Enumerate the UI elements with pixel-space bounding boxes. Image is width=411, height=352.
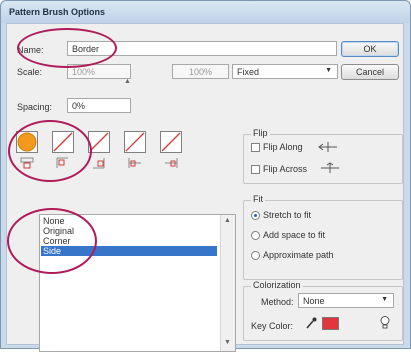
end-tile-position-icon [165,158,178,168]
colorization-group-title: Colorization [251,280,303,290]
method-label: Method: [261,297,294,307]
scale-label: Scale: [17,67,43,77]
tile-listbox[interactable]: None Original Corner Side ▲ ▼ [39,214,236,352]
outer-corner-position-icon [56,157,68,168]
no-tile-icon [160,131,182,153]
no-tile-icon [52,131,74,153]
cancel-button[interactable]: Cancel [341,64,399,80]
list-item-none[interactable]: None [41,216,217,226]
method-value: None [303,296,325,306]
spacing-label: Spacing: [17,102,53,112]
scale-mode-select[interactable]: Fixed ▼ [232,64,338,79]
list-item-original[interactable]: Original [41,226,217,236]
flip-across-icon [321,162,339,173]
flip-along-checkbox[interactable] [251,143,260,152]
inner-corner-position-icon [93,158,105,169]
key-color-label: Key Color: [251,321,294,331]
orange-circle-icon [16,131,38,153]
name-input[interactable]: Border [67,41,337,56]
list-item-side[interactable]: Side [41,246,217,256]
chevron-down-icon: ▼ [381,296,388,303]
scale-mode-value: Fixed [237,67,260,77]
flip-across-label[interactable]: Flip Across [263,164,307,174]
flip-across-checkbox[interactable] [251,165,260,174]
fit-group-title: Fit [251,194,265,204]
flip-along-label[interactable]: Flip Along [263,142,303,152]
side-tile-button[interactable] [16,131,38,153]
add-space-to-fit-radio[interactable] [251,231,260,240]
method-select[interactable]: None ▼ [298,293,394,308]
ok-button[interactable]: OK [341,41,399,57]
eyedropper-icon[interactable] [304,316,318,330]
chevron-down-icon: ▼ [325,67,332,74]
scale-slider-thumb[interactable]: ▲ [124,78,131,85]
add-space-to-fit-label[interactable]: Add space to fit [263,230,325,240]
scale-second-input[interactable]: 100% [172,64,229,79]
approximate-path-label[interactable]: Approximate path [263,250,334,260]
stretch-to-fit-radio[interactable] [251,211,260,220]
scroll-down-arrow-icon[interactable]: ▼ [224,339,231,346]
dialog-body: Name: Border OK Scale: 100% ▲ 100% Fixed… [6,23,404,352]
start-tile-position-icon [128,158,141,168]
scroll-up-arrow-icon[interactable]: ▲ [224,217,231,224]
end-tile-button[interactable] [160,131,182,153]
flip-group-title: Flip [251,128,270,138]
inner-corner-tile-button[interactable] [88,131,110,153]
title-bar: Pattern Brush Options [1,1,410,23]
key-color-swatch[interactable] [322,317,339,330]
outer-corner-tile-button[interactable] [52,131,74,153]
flip-along-icon [318,142,337,152]
name-label: Name: [17,45,44,55]
side-tile-position-icon [20,157,34,169]
no-tile-icon [124,131,146,153]
list-scrollbar[interactable]: ▲ ▼ [220,215,235,351]
spacing-input[interactable]: 0% [67,98,131,113]
pattern-brush-options-dialog: Pattern Brush Options Name: Border OK Sc… [0,0,411,352]
tips-lightbulb-icon[interactable] [379,315,391,330]
list-item-corner[interactable]: Corner [41,236,217,246]
no-tile-icon [88,131,110,153]
start-tile-button[interactable] [124,131,146,153]
dialog-title: Pattern Brush Options [9,7,106,17]
scale-input[interactable]: 100% [67,64,131,79]
stretch-to-fit-label[interactable]: Stretch to fit [263,210,311,220]
approximate-path-radio[interactable] [251,251,260,260]
